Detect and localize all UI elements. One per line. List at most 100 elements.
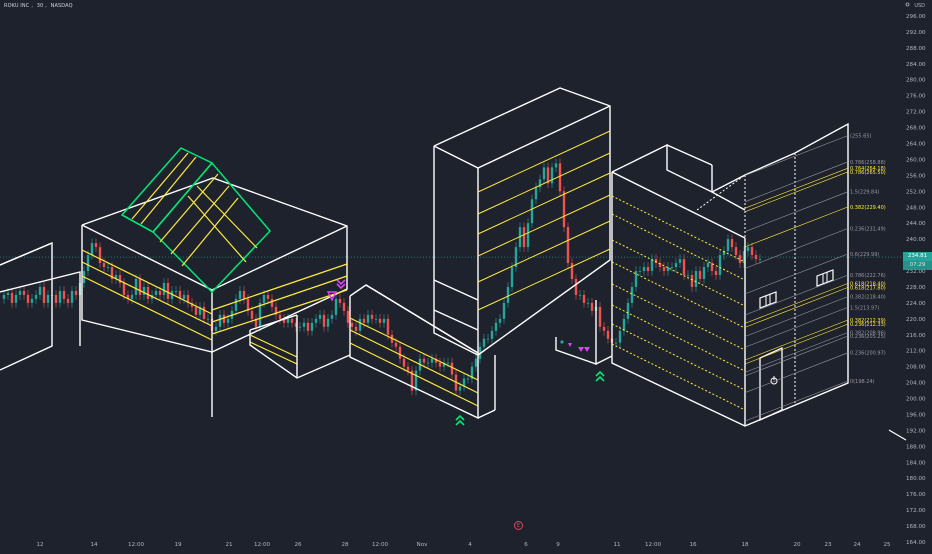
candle-body xyxy=(330,314,334,319)
fib-level-line xyxy=(744,332,849,373)
drawing-green-box-top[interactable] xyxy=(120,147,214,233)
drawing-building-1-roof[interactable] xyxy=(0,242,53,266)
candle-body xyxy=(678,259,682,264)
fib-level-line xyxy=(744,167,849,209)
green-chevron-icon xyxy=(455,419,465,426)
candle-body xyxy=(226,318,230,323)
drawing-tower-step[interactable] xyxy=(433,279,479,301)
candle-body xyxy=(14,294,18,303)
candle-body xyxy=(238,290,242,299)
y-tick-label: 244.00 xyxy=(906,221,926,227)
y-tick-label: 220.00 xyxy=(906,317,926,323)
y-tick-label: 184.00 xyxy=(906,460,926,466)
x-tick-label: 25 xyxy=(883,542,891,548)
candle-body xyxy=(570,263,574,279)
drawing-small-box[interactable] xyxy=(555,300,597,365)
candle-body xyxy=(122,282,126,295)
candle-body xyxy=(758,259,762,260)
y-tick-label: 180.00 xyxy=(906,476,926,482)
drawing-layer[interactable] xyxy=(0,87,907,441)
drawing-channel-box[interactable] xyxy=(349,284,479,420)
drawing-right-building[interactable] xyxy=(611,122,849,427)
candle-body xyxy=(578,294,582,296)
drawing-building-2-edge2[interactable] xyxy=(211,225,348,291)
drawing-yellow-line[interactable] xyxy=(477,248,611,311)
candle-body xyxy=(30,298,34,303)
drawing-tower[interactable] xyxy=(433,87,611,356)
drawing-yellow-dashed[interactable] xyxy=(611,323,746,391)
chart-svg[interactable]: (255.65)0.786(258.88)0.764(264.18)0.786(… xyxy=(0,0,932,550)
drawing-line[interactable] xyxy=(888,429,907,441)
y-tick-label: 224.00 xyxy=(906,301,926,307)
fib-level-label: 0.236(205.25) xyxy=(850,334,886,340)
candle-body xyxy=(250,310,254,319)
drawing-right-edge[interactable] xyxy=(711,191,746,211)
legend-sep: , xyxy=(31,3,35,9)
candle-body xyxy=(702,267,706,279)
drawing-window[interactable] xyxy=(759,291,777,309)
drawing-green-edge[interactable] xyxy=(121,214,154,233)
y-tick-label: 260.00 xyxy=(906,157,926,163)
drawing-right-edge[interactable] xyxy=(611,171,746,239)
drawing-window[interactable] xyxy=(816,269,834,287)
candle-body xyxy=(718,255,722,275)
candle-body xyxy=(458,386,462,391)
exchange-label: NASDAQ xyxy=(50,3,73,9)
candle-body xyxy=(2,294,6,299)
candle-body xyxy=(382,318,386,323)
candle-body xyxy=(46,294,50,303)
drawing-yellow-line[interactable] xyxy=(477,220,611,283)
drawing-tower-edge[interactable] xyxy=(433,145,479,169)
candle-body xyxy=(310,322,314,331)
drawing-door[interactable] xyxy=(759,346,783,422)
drawing-lower-box[interactable] xyxy=(249,330,351,379)
y-tick-label: 188.00 xyxy=(906,444,926,450)
drawing-right-edge[interactable] xyxy=(666,144,713,166)
drawing-yellow-line[interactable] xyxy=(81,275,213,341)
drawing-yellow-line[interactable] xyxy=(477,152,611,215)
x-tick-label: 23 xyxy=(824,542,832,548)
candle-body xyxy=(290,318,294,323)
currency-label[interactable]: USD xyxy=(914,3,925,9)
candle-body xyxy=(486,338,490,340)
candle-body xyxy=(686,275,690,276)
fib-level-line xyxy=(744,306,849,348)
drawing-yellow-line[interactable] xyxy=(131,152,189,220)
drawing-yellow-dashed[interactable] xyxy=(611,304,746,372)
drawing-yellow-dashed[interactable] xyxy=(611,213,746,281)
drawing-yellow-line[interactable] xyxy=(349,329,479,394)
drawing-building-2-edge[interactable] xyxy=(81,224,213,291)
y-tick-label: 200.00 xyxy=(906,397,926,403)
candle-body xyxy=(682,259,686,275)
drawing-yellow-line[interactable] xyxy=(81,249,213,315)
y-tick-label: 248.00 xyxy=(906,205,926,211)
drawing-yellow-line[interactable] xyxy=(159,173,219,243)
candle-body xyxy=(286,318,290,323)
candle-body xyxy=(422,358,426,363)
drawing-line[interactable] xyxy=(477,409,496,419)
candle-body xyxy=(194,306,198,315)
gear-icon[interactable] xyxy=(905,2,910,7)
fib-level-line xyxy=(744,228,849,269)
candle-body xyxy=(146,286,150,299)
drawing-yellow-dashed[interactable] xyxy=(611,343,746,411)
x-tick-label: 19 xyxy=(174,542,182,548)
chart-area[interactable]: (255.65) 0.786(258.88) 0.764(264.18) 0.786(… xyxy=(0,0,932,550)
drawing-line[interactable] xyxy=(595,355,613,365)
candle-body xyxy=(366,314,370,323)
candle-body xyxy=(490,330,494,339)
drawing-yellow-line[interactable] xyxy=(249,334,298,358)
candle-body xyxy=(474,358,478,367)
drawing-tower-edge[interactable] xyxy=(477,105,611,169)
fib-level-line xyxy=(744,274,849,316)
drawing-tower-step[interactable] xyxy=(433,309,479,331)
drawing-right-dashed[interactable] xyxy=(696,174,746,211)
drawing-yellow-line[interactable] xyxy=(349,342,479,407)
candle-body xyxy=(62,290,66,299)
x-tick-label: 26 xyxy=(294,542,302,548)
candle-body xyxy=(542,167,546,180)
earnings-event-icon[interactable]: E xyxy=(514,521,523,530)
x-tick-label: 9 xyxy=(556,542,560,548)
drawing-yellow-line[interactable] xyxy=(477,194,611,257)
drawing-yellow-line[interactable] xyxy=(349,317,479,381)
